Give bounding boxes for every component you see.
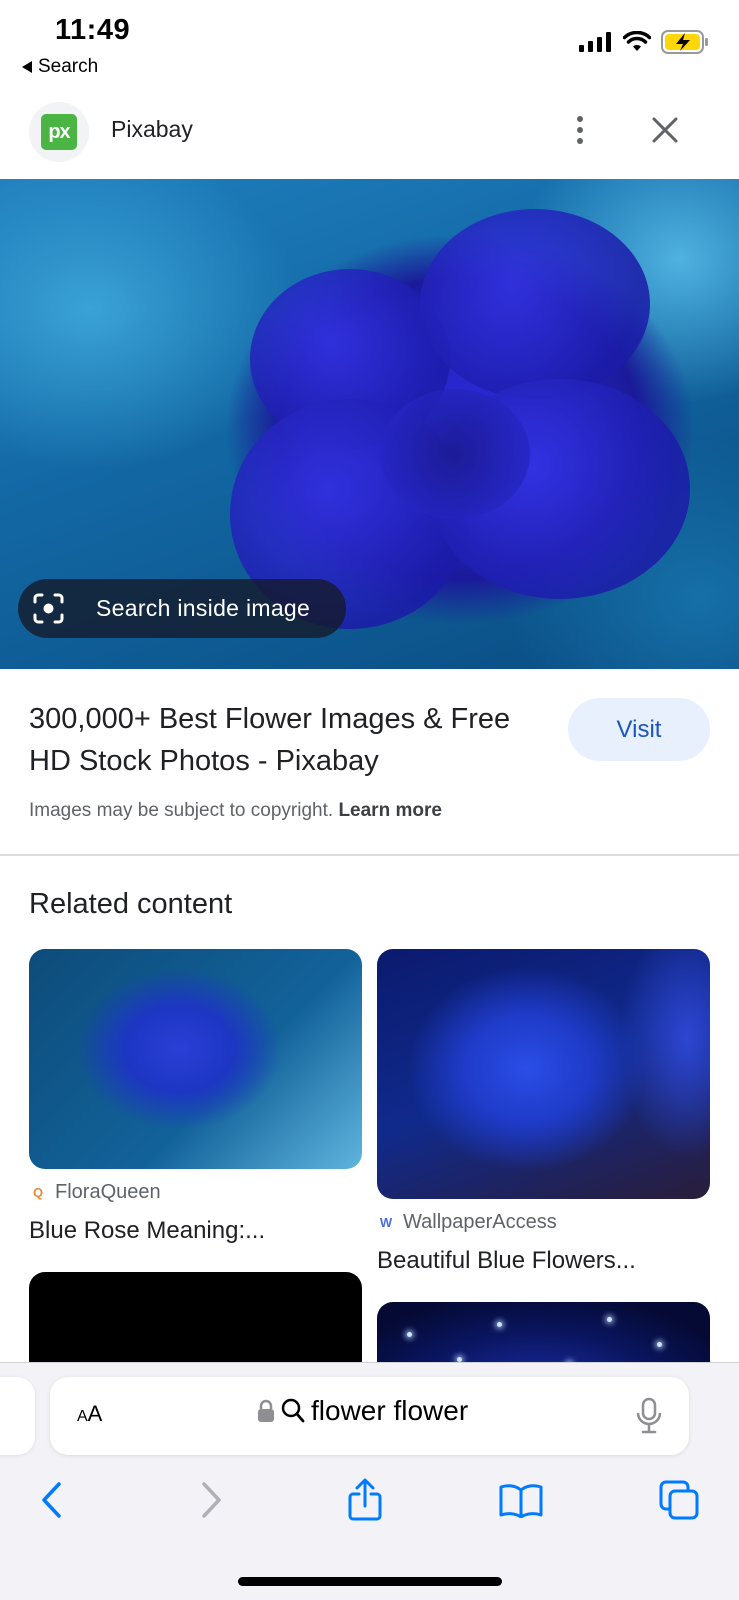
more-vert-icon-dot <box>577 138 583 144</box>
sparkle <box>607 1317 612 1322</box>
more-vert-icon-dot <box>577 127 583 133</box>
share-icon <box>348 1478 382 1521</box>
copyright-text: Images may be subject to copyright. <box>29 800 334 821</box>
sparkle <box>657 1342 662 1347</box>
bookmarks-icon <box>499 1484 543 1518</box>
related-source[interactable]: W WallpaperAccess <box>377 1211 557 1234</box>
rose-petal <box>420 209 650 399</box>
search-inside-image-button[interactable]: Search inside image <box>18 579 346 638</box>
close-icon[interactable] <box>645 110 685 150</box>
browser-nav-row <box>0 1475 739 1525</box>
related-source-name: FloraQueen <box>55 1181 161 1203</box>
bookmarks-button[interactable] <box>496 1475 546 1525</box>
result-title[interactable]: 300,000+ Best Flower Images & Free HD St… <box>29 698 529 782</box>
tabs-button[interactable] <box>654 1475 704 1525</box>
site-logo[interactable]: px <box>29 102 89 162</box>
status-bar: 11:49 Search <box>0 0 739 90</box>
visit-button[interactable]: Visit <box>568 698 710 761</box>
rose-center <box>380 389 530 519</box>
back-app-label: Search <box>38 56 99 77</box>
related-content-heading: Related content <box>29 888 233 920</box>
copyright-notice: Images may be subject to copyright. Lear… <box>29 800 442 822</box>
more-options-button[interactable] <box>560 108 600 152</box>
wifi-icon <box>623 31 651 51</box>
lens-icon <box>33 593 64 624</box>
related-image[interactable] <box>377 949 710 1199</box>
lock-icon <box>258 1399 274 1422</box>
back-to-app-button[interactable]: Search <box>22 56 98 78</box>
status-time: 11:49 <box>55 14 131 46</box>
sparkle <box>497 1322 502 1327</box>
url-text: flower flower <box>311 1395 469 1426</box>
forward-button[interactable] <box>186 1475 236 1525</box>
forward-icon <box>202 1482 221 1518</box>
related-source-name: WallpaperAccess <box>403 1211 557 1233</box>
status-icons <box>579 30 709 54</box>
mic-icon[interactable] <box>635 1397 663 1435</box>
more-vert-icon <box>577 116 583 122</box>
url-display[interactable]: flower flower <box>257 1395 468 1427</box>
related-source[interactable]: Q FloraQueen <box>29 1181 161 1204</box>
home-indicator[interactable] <box>238 1577 502 1586</box>
learn-more-link[interactable]: Learn more <box>338 800 441 821</box>
text-size-button[interactable]: AA <box>77 1401 102 1427</box>
address-bar[interactable]: AA flower flower <box>50 1377 689 1455</box>
text-size-label-small: A <box>77 1408 88 1425</box>
related-image[interactable] <box>29 949 362 1169</box>
text-size-label-large: A <box>87 1401 103 1426</box>
previous-tab-preview[interactable] <box>0 1377 35 1455</box>
battery-charging-icon <box>661 30 708 54</box>
wallpaperaccess-icon: W <box>379 1215 393 1230</box>
signal-icon <box>579 32 611 52</box>
share-button[interactable] <box>340 1475 390 1525</box>
tabs-icon <box>659 1480 699 1520</box>
related-caption[interactable]: Beautiful Blue Flowers... <box>377 1247 636 1275</box>
pixabay-logo-icon: px <box>41 114 77 150</box>
divider <box>0 854 739 856</box>
floraqueen-icon: Q <box>32 1185 44 1200</box>
search-icon <box>281 1398 305 1423</box>
search-inside-image-label: Search inside image <box>96 595 311 621</box>
sparkle <box>407 1332 412 1337</box>
back-button[interactable] <box>27 1475 77 1525</box>
related-caption[interactable]: Blue Rose Meaning:... <box>29 1217 265 1245</box>
site-name[interactable]: Pixabay <box>111 116 193 143</box>
back-icon <box>42 1482 61 1518</box>
result-header: px Pixabay <box>0 98 739 178</box>
back-triangle-icon <box>22 61 32 73</box>
